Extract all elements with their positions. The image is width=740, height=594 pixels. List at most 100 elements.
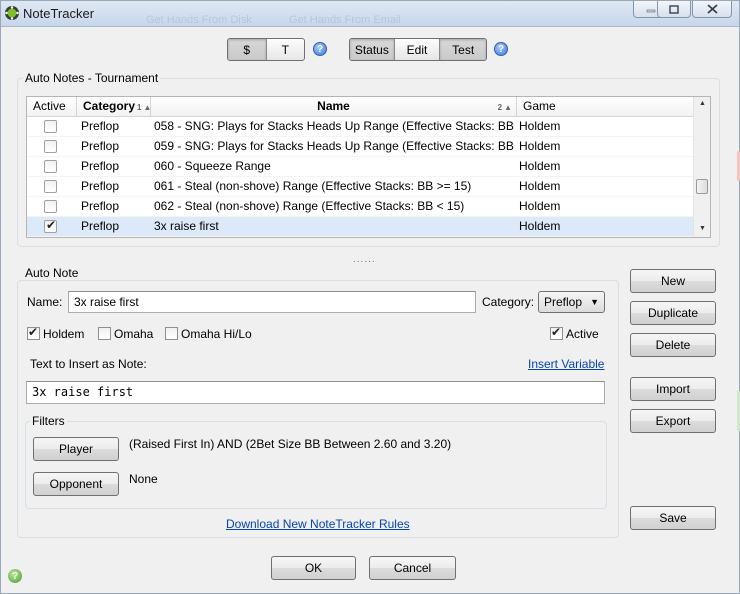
ok-button[interactable]: OK [271,556,356,580]
row-name: 062 - Steal (non-shove) Range (Effective… [154,199,465,213]
row-game: Holdem [519,219,561,233]
row-category: Preflop [81,159,120,173]
pane-splitter-handle[interactable]: ...... [353,254,376,265]
category-select[interactable]: Preflop ▼ [538,291,605,313]
mode-option-status[interactable]: Status [350,39,395,60]
table-row[interactable]: Preflop 058 - SNG: Plays for Stacks Head… [27,117,693,137]
status-help-icon[interactable]: ? [8,569,22,583]
export-button[interactable]: Export [630,409,716,433]
scroll-down-icon[interactable]: ▼ [699,225,706,232]
column-header-label: Active [33,99,66,113]
help-icon[interactable]: ? [494,42,508,56]
app-logo-icon [5,6,19,20]
table-row[interactable]: Preflop 060 - Squeeze Range Holdem [27,157,693,177]
opponent-filter-button[interactable]: Opponent [33,472,119,496]
holdem-checkbox[interactable] [27,325,40,340]
column-header-label: Name [317,99,350,113]
scrollbar-thumb[interactable] [696,179,708,194]
currency-toggle: $ T [227,38,305,61]
sort-order-indicator: 2 [497,103,503,112]
chevron-down-icon: ▼ [590,297,599,307]
mode-toggle: Status Edit Test [349,38,487,61]
auto-notes-group-label: Auto Notes - Tournament [23,71,161,85]
row-active-checkbox[interactable] [44,160,57,173]
note-name-input[interactable]: 3x raise first [68,291,476,313]
cancel-button[interactable]: Cancel [369,556,456,580]
row-name: 058 - SNG: Plays for Stacks Heads Up Ran… [154,119,517,133]
new-button[interactable]: New [630,269,716,293]
table-row[interactable]: Preflop 061 - Steal (non-shove) Range (E… [27,177,693,197]
sort-order-indicator: 1 [137,103,142,112]
table-vertical-scrollbar[interactable]: ▲ ▼ [693,97,710,237]
filters-group-label: Filters [30,414,67,428]
player-filter-text: (Raised First In) AND (2Bet Size BB Betw… [129,437,452,451]
title-bar[interactable]: NoteTracker Get Hands From Disk Get Hand… [1,1,739,27]
column-header-active[interactable]: Active [27,97,77,117]
scroll-up-icon[interactable]: ▲ [699,100,706,107]
table-body: Preflop 058 - SNG: Plays for Stacks Head… [27,117,693,237]
maximize-icon [669,4,679,14]
name-label: Name: [27,295,63,309]
auto-note-group-label: Auto Note [23,266,81,280]
row-name: 060 - Squeeze Range [154,159,271,173]
row-active-checkbox[interactable] [44,140,57,153]
column-header-label: Category [83,99,136,113]
row-active-checkbox[interactable] [44,180,57,193]
table-row[interactable]: Preflop 059 - SNG: Plays for Stacks Head… [27,137,693,157]
row-name: 3x raise first [154,219,219,233]
column-header-game[interactable]: Game [517,97,693,117]
currency-option-dollar[interactable]: $ [228,39,267,60]
omaha-label[interactable]: Omaha [114,327,153,341]
auto-notes-table: Active Category 1 ▲ Name 2 ▲ Game Preflop 05… [26,96,711,238]
holdem-label[interactable]: Holdem [43,327,84,341]
row-category: Preflop [81,199,120,213]
row-active-checkbox[interactable] [44,200,57,213]
mode-option-edit[interactable]: Edit [395,39,441,60]
row-name: 061 - Steal (non-shove) Range (Effective… [154,179,472,193]
note-text-label: Text to Insert as Note: [30,357,147,371]
row-category: Preflop [81,179,120,193]
insert-variable-link[interactable]: Insert Variable [528,357,604,371]
background-tab-email: Get Hands From Email [289,14,401,26]
minimize-icon [646,9,656,13]
omaha-checkbox[interactable] [98,327,111,340]
active-label[interactable]: Active [566,327,599,341]
active-checkbox[interactable] [550,325,563,340]
close-button[interactable] [692,1,732,18]
row-active-checkbox[interactable] [44,218,57,233]
row-game: Holdem [519,159,561,173]
row-category: Preflop [81,139,120,153]
notetracker-window: NoteTracker Get Hands From Disk Get Hand… [0,0,740,594]
window-title: NoteTracker [23,6,95,21]
help-icon[interactable]: ? [313,42,327,56]
player-filter-button[interactable]: Player [33,437,119,461]
row-active-checkbox[interactable] [44,120,57,133]
delete-button[interactable]: Delete [630,333,716,357]
table-row[interactable]: Preflop 062 - Steal (non-shove) Range (E… [27,197,693,217]
row-category: Preflop [81,219,120,233]
omaha-hilo-checkbox[interactable] [165,327,178,340]
mode-option-test[interactable]: Test [440,39,486,60]
row-game: Holdem [519,179,561,193]
row-category: Preflop [81,119,120,133]
table-row-selected[interactable]: Preflop 3x raise first Holdem [27,217,693,237]
column-header-category[interactable]: Category 1 ▲ [77,97,151,117]
row-game: Holdem [519,199,561,213]
omaha-hilo-label[interactable]: Omaha Hi/Lo [181,327,252,341]
note-text-input[interactable]: 3x raise first [26,381,605,404]
column-header-name[interactable]: Name 2 ▲ [151,97,517,117]
background-tab-disk: Get Hands From Disk [146,14,252,26]
column-header-label: Game [523,99,556,113]
category-select-value: Preflop [544,295,583,309]
row-name: 059 - SNG: Plays for Stacks Heads Up Ran… [154,139,517,153]
sort-ascending-icon: ▲ [504,103,512,112]
maximize-button[interactable] [657,1,691,18]
duplicate-button[interactable]: Duplicate [630,301,716,325]
close-icon [706,4,718,14]
table-header: Active Category 1 ▲ Name 2 ▲ Game [27,97,693,117]
download-rules-link[interactable]: Download New NoteTracker Rules [226,517,410,531]
currency-option-tournament[interactable]: T [267,39,305,60]
save-button[interactable]: Save [630,506,716,530]
import-button[interactable]: Import [630,377,716,401]
row-game: Holdem [519,119,561,133]
